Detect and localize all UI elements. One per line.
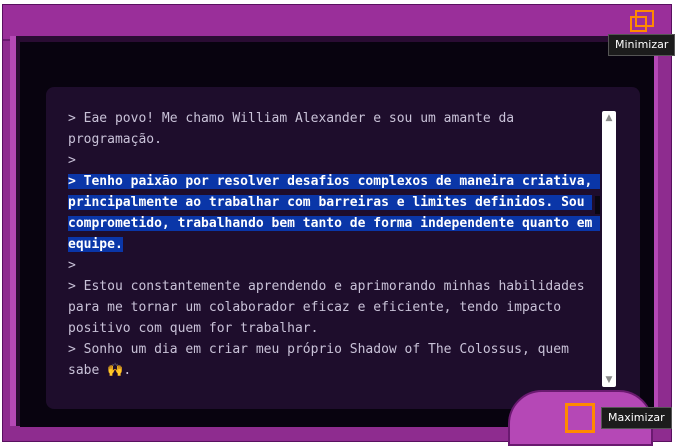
terminal-line-selected: > Tenho paixão por resolver desafios com… xyxy=(68,171,603,255)
scroll-up-arrow-icon[interactable]: ▲ xyxy=(602,111,616,125)
terminal-line: > xyxy=(68,258,76,273)
terminal-line: > xyxy=(68,153,76,168)
terminal-line: > Estou constantemente aprendendo e apri… xyxy=(68,279,593,336)
maximize-tooltip: Maximizar xyxy=(601,407,672,429)
maximize-button[interactable] xyxy=(565,403,595,433)
restore-squares-icon xyxy=(630,10,654,32)
terminal-line: > Sonho um dia em criar meu próprio Shad… xyxy=(68,342,577,378)
selected-text: > Tenho paixão por resolver desafios com… xyxy=(68,174,601,252)
text-caret xyxy=(595,196,600,214)
terminal-output[interactable]: > Eae povo! Me chamo William Alexander e… xyxy=(68,108,603,398)
terminal-panel: > Eae povo! Me chamo William Alexander e… xyxy=(46,87,640,409)
terminal-scrollbar[interactable]: ▲ ▼ xyxy=(602,111,616,387)
terminal-line: > Eae povo! Me chamo William Alexander e… xyxy=(68,111,522,147)
minimize-tooltip: Minimizar xyxy=(608,34,676,56)
app-stage: > Eae povo! Me chamo William Alexander e… xyxy=(0,0,677,446)
minimize-button[interactable] xyxy=(627,8,657,36)
scroll-down-arrow-icon[interactable]: ▼ xyxy=(602,373,616,387)
